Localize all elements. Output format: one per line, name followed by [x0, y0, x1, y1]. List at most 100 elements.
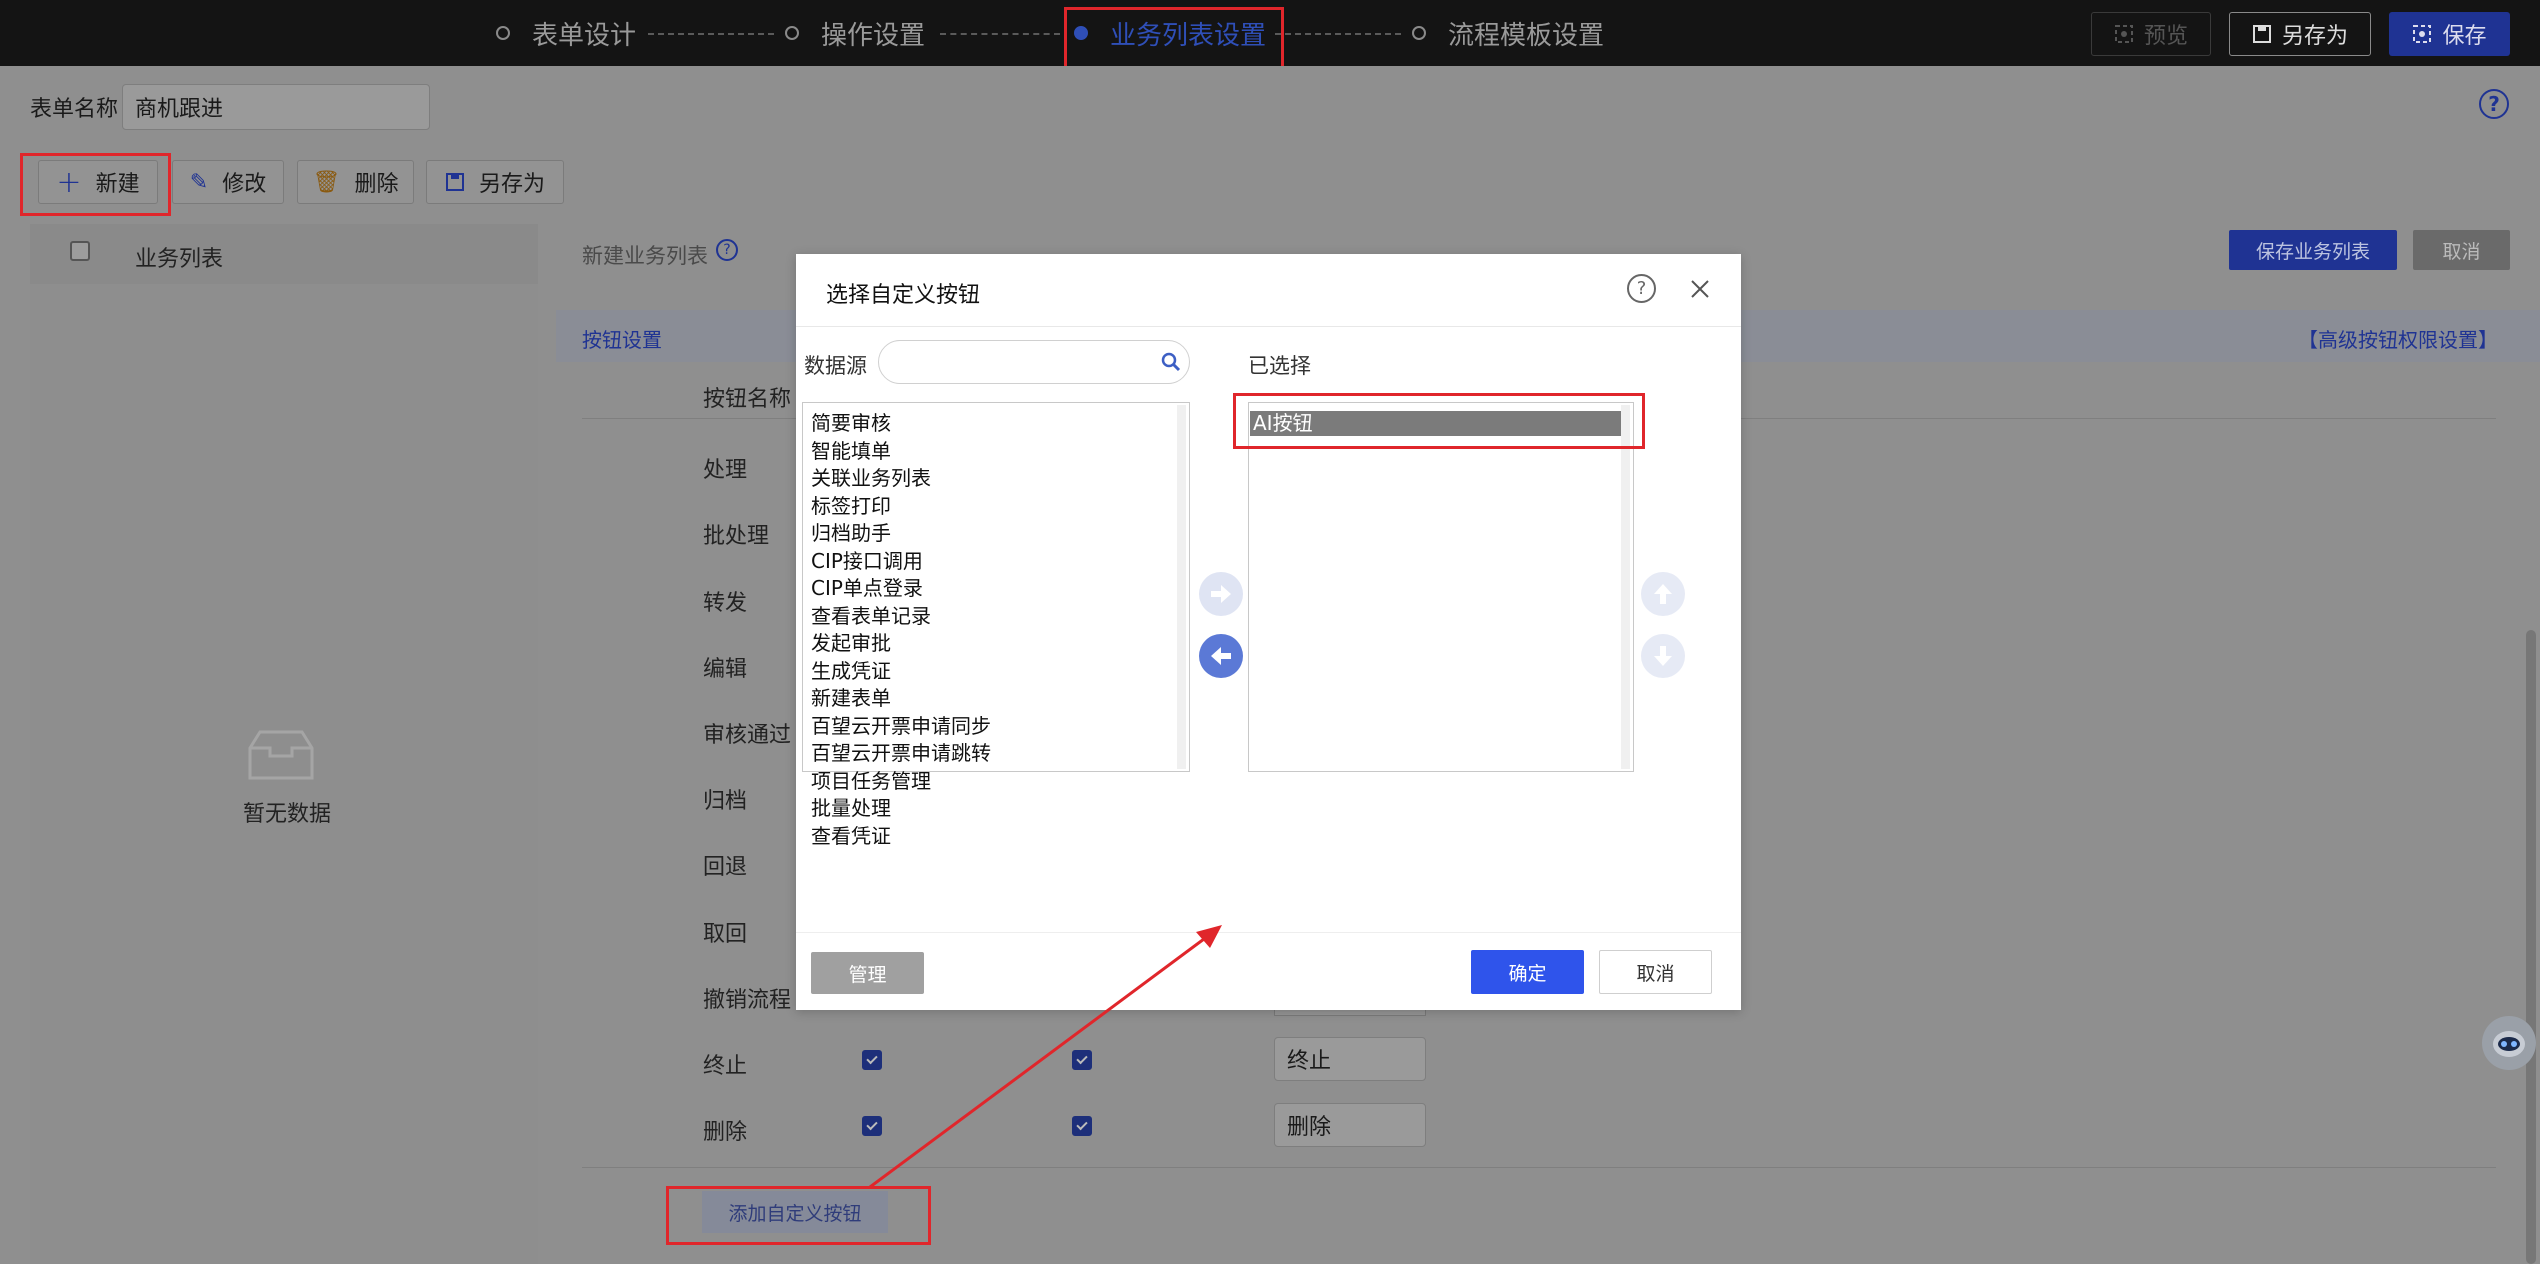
assistant-float-button[interactable]	[2482, 1016, 2536, 1070]
delete-name-input[interactable]: 删除	[1274, 1103, 1426, 1147]
step-label: 操作设置	[821, 20, 926, 51]
floppy-icon	[445, 173, 464, 191]
save-label: 保存	[2442, 24, 2487, 49]
form-name-input[interactable]: 商机跟进	[122, 84, 430, 130]
arrow-up-icon	[1654, 584, 1672, 604]
source-item[interactable]: 标签打印	[803, 493, 1173, 521]
robot-icon	[2493, 1031, 2525, 1057]
step-dot-icon	[496, 26, 510, 40]
save-as-label: 另存为	[478, 172, 545, 197]
step-label: 表单设计	[532, 20, 637, 51]
advanced-permission-link[interactable]: 【高级按钮权限设置】	[2298, 324, 2498, 353]
delete-label: 删除	[354, 172, 399, 197]
editor-help-icon[interactable]: ?	[716, 239, 738, 261]
editor-title: 新建业务列表	[582, 244, 708, 268]
source-item[interactable]: 发起审批	[803, 630, 1173, 658]
search-icon[interactable]	[1161, 352, 1181, 372]
top-save-button[interactable]: 保存	[2389, 12, 2510, 56]
source-item[interactable]: 批量处理	[803, 795, 1173, 823]
terminate-checkbox-2[interactable]	[1072, 1050, 1092, 1070]
step-connector	[1275, 33, 1401, 35]
source-list-scrollbar[interactable]	[1177, 405, 1186, 769]
close-icon[interactable]	[1689, 278, 1711, 300]
top-nav-bar: 表单设计 操作设置 业务列表设置 流程模板设置 预览 另存为 保存	[0, 0, 2540, 74]
source-item[interactable]: 项目任务管理	[803, 768, 1173, 796]
form-name-label: 表单名称	[30, 97, 119, 122]
source-item[interactable]: CIP单点登录	[803, 575, 1173, 603]
source-item[interactable]: CIP接口调用	[803, 548, 1173, 576]
source-item[interactable]: 关联业务列表	[803, 465, 1173, 493]
move-right-button[interactable]	[1199, 572, 1243, 616]
source-listbox[interactable]: 简要审核 智能填单 关联业务列表 标签打印 归档助手 CIP接口调用 CIP单点…	[802, 402, 1190, 848]
terminate-name-input[interactable]: 终止	[1274, 1037, 1426, 1081]
manage-button[interactable]: 管理	[811, 952, 924, 994]
row-label-batch-process: 批处理	[703, 524, 770, 549]
dialog-title: 选择自定义按钮	[826, 283, 981, 308]
trash-icon: 🗑	[312, 169, 341, 195]
row-label-archive: 归档	[703, 789, 748, 814]
edit-button[interactable]: ✎ 修改	[172, 160, 284, 204]
button-settings-title: 按钮设置	[582, 328, 662, 352]
select-custom-button-dialog: 选择自定义按钮 ? 数据源 已选择 简要审核 智能填单 关联业务列表 标签打印 …	[796, 254, 1741, 1010]
save-as-label: 另存为	[2281, 24, 2348, 49]
source-item[interactable]: 简要审核	[803, 410, 1173, 438]
source-item[interactable]: 生成凭证	[803, 658, 1173, 686]
delete-button[interactable]: 🗑 删除	[297, 160, 414, 204]
floppy-icon	[2252, 25, 2271, 43]
move-up-button[interactable]	[1641, 572, 1685, 616]
source-item[interactable]: 百望云开票申请跳转	[803, 740, 1173, 768]
selected-label: 已选择	[1248, 354, 1311, 378]
step-form-design[interactable]: 表单设计	[496, 0, 636, 66]
preview-button[interactable]: 预览	[2091, 12, 2211, 56]
top-save-as-button[interactable]: 另存为	[2229, 12, 2371, 56]
business-list-header	[30, 224, 538, 284]
source-item[interactable]: 智能填单	[803, 438, 1173, 466]
highlight-new-button	[20, 153, 171, 216]
row-label-return: 回退	[703, 855, 748, 880]
confirm-button[interactable]: 确定	[1471, 950, 1584, 994]
select-all-checkbox[interactable]	[70, 241, 90, 261]
highlight-selected-item	[1233, 393, 1645, 449]
source-item[interactable]: 归档助手	[803, 520, 1173, 548]
delete-checkbox-2[interactable]	[1072, 1116, 1092, 1136]
step-operation-settings[interactable]: 操作设置	[785, 0, 925, 66]
source-item[interactable]: 百望云开票申请同步	[803, 713, 1173, 741]
dialog-cancel-button[interactable]: 取消	[1599, 950, 1712, 994]
save-as-button[interactable]: 另存为	[426, 160, 564, 204]
source-item[interactable]: 新建表单	[803, 685, 1173, 713]
row-label-revoke-process: 撤销流程	[703, 988, 792, 1013]
empty-inbox-icon	[248, 730, 314, 780]
data-source-search-input[interactable]	[878, 340, 1190, 384]
dialog-header-divider	[796, 326, 1741, 327]
step-connector	[648, 33, 774, 35]
step-connector	[940, 33, 1060, 35]
move-down-button[interactable]	[1641, 634, 1685, 678]
business-list-header-label: 业务列表	[135, 247, 224, 272]
row-label-terminate: 终止	[703, 1054, 748, 1079]
save-icon	[2413, 25, 2432, 43]
highlight-add-custom-button	[666, 1186, 931, 1245]
delete-checkbox-1[interactable]	[862, 1116, 882, 1136]
source-item[interactable]: 查看凭证	[803, 823, 1173, 851]
page-scrollbar[interactable]	[2526, 630, 2536, 1264]
step-process-template-settings[interactable]: 流程模板设置	[1412, 0, 1604, 66]
step-label: 流程模板设置	[1448, 20, 1605, 51]
source-item[interactable]: 查看表单记录	[803, 603, 1173, 631]
step-dot-icon	[785, 26, 799, 40]
edit-label: 修改	[222, 172, 267, 197]
save-business-list-button[interactable]: 保存业务列表	[2229, 230, 2397, 270]
edit-wand-icon: ✎	[189, 169, 209, 195]
editor-cancel-button[interactable]: 取消	[2413, 230, 2510, 270]
data-source-label: 数据源	[804, 354, 867, 378]
selected-list-scrollbar[interactable]	[1621, 405, 1630, 769]
step-dot-icon	[1412, 26, 1426, 40]
help-icon[interactable]: ?	[2479, 89, 2509, 119]
row-label-delete: 删除	[703, 1120, 748, 1145]
preview-label: 预览	[2143, 24, 2188, 49]
row-label-edit: 编辑	[703, 657, 748, 682]
empty-text: 暂无数据	[243, 802, 332, 827]
terminate-checkbox-1[interactable]	[862, 1050, 882, 1070]
move-left-button[interactable]	[1199, 634, 1243, 678]
dialog-help-icon[interactable]: ?	[1627, 274, 1656, 303]
selected-listbox[interactable]: AI按钮	[1248, 402, 1634, 772]
